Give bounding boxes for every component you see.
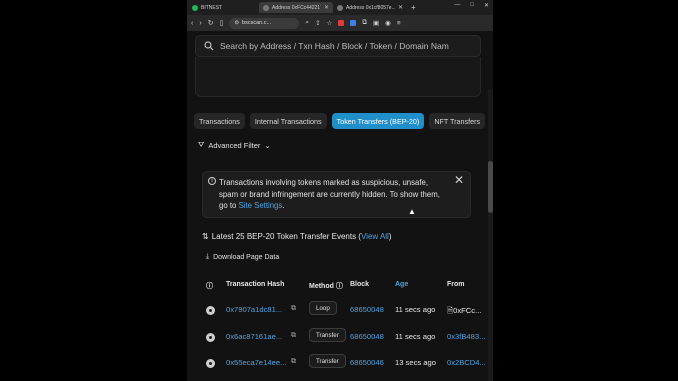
method-badge: Loop bbox=[309, 301, 337, 315]
browser-tab[interactable]: Address 0x1cf8057e...C9... ✕ bbox=[333, 2, 407, 13]
sort-icon: ⇅ bbox=[202, 232, 209, 241]
copy-icon[interactable]: ⧉ bbox=[291, 332, 296, 340]
header-from: From bbox=[447, 281, 465, 288]
bookmark-icon[interactable]: ▯ bbox=[220, 19, 224, 27]
page-scrollbar[interactable] bbox=[488, 89, 493, 381]
txn-hash-link[interactable]: 0x6ac87161ae... bbox=[226, 332, 282, 341]
tab-transactions[interactable]: Transactions bbox=[194, 113, 245, 129]
preview-eye-icon[interactable] bbox=[206, 333, 215, 342]
app-logo-icon bbox=[192, 4, 198, 11]
header-age[interactable]: Age bbox=[395, 281, 408, 288]
table-row: 0x55eca7e14ee... ⧉ Transfer 68650046 13 … bbox=[187, 354, 493, 381]
copy-icon[interactable]: ⧉ bbox=[291, 358, 296, 366]
advanced-filter-button[interactable]: ⛛ Advanced Filter ⌄ bbox=[198, 140, 271, 150]
header-transaction-hash: Transaction Hash bbox=[226, 281, 285, 288]
copy-icon[interactable]: ⧉ bbox=[291, 305, 296, 313]
help-icon[interactable]: ⓘ bbox=[336, 283, 343, 290]
star-icon[interactable]: ☆ bbox=[327, 19, 333, 27]
from-address[interactable]: 0x3fB483... bbox=[447, 332, 485, 341]
latest-events-heading: ⇅ Latest 25 BEP-20 Token Transfer Events… bbox=[202, 232, 392, 241]
tab-strip: BITNEST Address 0xFCc442217C... ✕ Addres… bbox=[187, 0, 493, 15]
tab-nft-transfers[interactable]: NFT Transfers bbox=[429, 113, 486, 129]
header-method: Method ⓘ bbox=[309, 283, 343, 290]
site-info-icon[interactable]: ⊜ bbox=[234, 20, 239, 26]
favicon-icon bbox=[263, 4, 269, 11]
address-bar[interactable]: ⊜ bscscan.c... bbox=[229, 17, 300, 29]
info-column-icon: ⓘ bbox=[206, 283, 213, 290]
search-icon bbox=[204, 41, 214, 51]
search-input[interactable]: Search by Address / Txn Hash / Block / T… bbox=[195, 35, 481, 57]
maximize-button[interactable]: □ bbox=[470, 2, 474, 9]
view-all-link[interactable]: View All bbox=[361, 232, 389, 241]
overview-panel bbox=[195, 57, 481, 97]
back-icon[interactable]: ‹ bbox=[191, 20, 193, 27]
hidden-tokens-alert: i Transactions involving tokens marked a… bbox=[202, 171, 471, 218]
block-link[interactable]: 68650046 bbox=[350, 358, 384, 367]
share-icon[interactable]: ⇪ bbox=[315, 19, 320, 27]
block-link[interactable]: 68650048 bbox=[350, 332, 384, 341]
scrollbar-thumb[interactable] bbox=[488, 161, 493, 213]
profile-icon[interactable]: ◉ bbox=[385, 19, 391, 27]
close-icon[interactable]: ✕ bbox=[454, 174, 464, 187]
extension-red-icon[interactable] bbox=[338, 20, 345, 26]
preview-eye-icon[interactable] bbox=[206, 306, 215, 315]
extension-blue-icon[interactable] bbox=[350, 20, 357, 26]
page-content: Search by Address / Txn Hash / Block / T… bbox=[187, 31, 493, 381]
new-tab-button[interactable]: + bbox=[407, 3, 420, 12]
reload-icon[interactable]: ↻ bbox=[208, 19, 214, 27]
method-badge: Transfer bbox=[309, 328, 346, 342]
favicon-icon bbox=[337, 4, 343, 11]
minimize-button[interactable]: — bbox=[454, 2, 460, 9]
close-window-button[interactable]: ✕ bbox=[484, 2, 489, 9]
from-address[interactable]: 🗎0xFCc... bbox=[447, 305, 481, 318]
site-settings-link[interactable]: Site Settings bbox=[239, 201, 283, 210]
close-tab-icon[interactable]: ✕ bbox=[324, 4, 329, 11]
forward-icon[interactable]: › bbox=[199, 20, 201, 27]
method-badge: Transfer bbox=[309, 354, 346, 368]
preview-eye-icon[interactable] bbox=[206, 359, 215, 368]
app-title: BITNEST bbox=[187, 4, 259, 11]
age-value: 13 secs ago bbox=[395, 358, 436, 367]
download-page-data-button[interactable]: ⤓ Download Page Data bbox=[206, 253, 279, 261]
browser-toolbar: ‹ › ↻ ▯ ⊜ bscscan.c... ⌕ ⇪ ☆ ⧉ ▣ ◉ ≡ bbox=[187, 15, 493, 31]
extensions-icon[interactable]: ⧉ bbox=[362, 19, 367, 27]
browser-tab-active[interactable]: Address 0xFCc442217C... ✕ bbox=[259, 2, 333, 13]
age-value: 11 secs ago bbox=[395, 332, 436, 341]
chevron-down-icon: ⌄ bbox=[264, 140, 271, 150]
toolbar-icons: ⌕ ⇪ ☆ ⧉ ▣ ◉ ≡ bbox=[305, 19, 400, 27]
close-tab-icon[interactable]: ✕ bbox=[398, 4, 403, 11]
header-block: Block bbox=[350, 281, 370, 288]
window-controls: — □ ✕ bbox=[454, 2, 489, 9]
browser-window: BITNEST Address 0xFCc442217C... ✕ Addres… bbox=[187, 0, 493, 381]
filter-icon: ⛛ bbox=[198, 140, 205, 149]
block-link[interactable]: 68650048 bbox=[350, 305, 384, 314]
translate-icon[interactable]: ⌕ bbox=[305, 19, 309, 27]
info-icon: i bbox=[208, 177, 216, 185]
age-value: 11 secs ago bbox=[395, 305, 436, 314]
menu-icon[interactable]: ≡ bbox=[397, 20, 401, 27]
from-address[interactable]: 0x2BCD4... bbox=[447, 358, 486, 367]
mouse-cursor-icon: ▲ bbox=[408, 207, 416, 216]
txn-hash-link[interactable]: 0x7907a1dc81... bbox=[226, 305, 282, 314]
tab-token-transfers[interactable]: Token Transfers (BEP-20) bbox=[331, 113, 425, 129]
transaction-tabs: Transactions Internal Transactions Token… bbox=[194, 113, 486, 129]
tab-internal-transactions[interactable]: Internal Transactions bbox=[249, 113, 327, 129]
txn-hash-link[interactable]: 0x55eca7e14ee... bbox=[226, 358, 286, 367]
download-icon: ⤓ bbox=[206, 253, 210, 260]
sidebar-icon[interactable]: ▣ bbox=[373, 19, 379, 27]
